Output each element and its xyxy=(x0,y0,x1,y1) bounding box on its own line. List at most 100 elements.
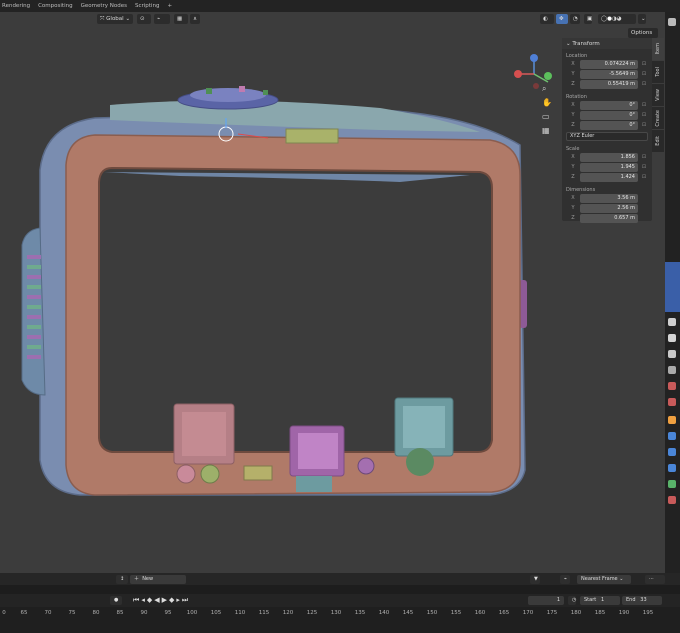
dimensions-y-row[interactable]: Y 2.56 m xyxy=(566,204,650,213)
world-icon[interactable] xyxy=(668,398,676,406)
dimensions-label: Dimensions xyxy=(566,187,596,193)
workspace-tabs: Rendering Compositing Geometry Nodes Scr… xyxy=(0,0,680,12)
end-frame-field[interactable]: End 33 xyxy=(622,596,662,605)
gizmo-neg-axis[interactable] xyxy=(533,83,539,89)
keying-dropdown[interactable]: Nearest Frame ⌄ xyxy=(577,575,631,584)
transport-buttons[interactable]: ⏮◂◆◀▶◆▸⏭ xyxy=(133,596,190,605)
lock-icon[interactable]: ⊡ xyxy=(638,153,650,162)
center-knob xyxy=(296,476,332,492)
gizmo-x-axis[interactable] xyxy=(514,70,522,78)
rotation-y-row[interactable]: Y 0° ⊡ xyxy=(566,111,650,120)
object-icon[interactable] xyxy=(668,416,676,424)
tab-edit[interactable]: Edit xyxy=(652,130,664,152)
next-key-icon[interactable]: ◆▸ xyxy=(169,596,182,604)
location-x-field[interactable]: 0.074224 m xyxy=(580,60,638,69)
prev-key-icon[interactable]: ◂◆ xyxy=(141,596,154,604)
start-frame-field[interactable]: Start 1 xyxy=(580,596,620,605)
play-reverse-icon[interactable]: ◀ xyxy=(154,596,161,604)
view-nav-tools: ⌕ ✋ ▭ ▦ xyxy=(542,82,552,138)
material-icon[interactable] xyxy=(668,496,676,504)
lock-icon[interactable]: ⊡ xyxy=(638,80,650,89)
record-icon[interactable]: ● xyxy=(110,596,122,605)
scale-x-row[interactable]: X 1.856 ⊡ xyxy=(566,153,650,162)
dial-button-right xyxy=(239,86,245,92)
modifier-wrench-icon[interactable] xyxy=(668,432,676,440)
render-icon[interactable] xyxy=(668,334,676,342)
lock-icon[interactable]: ⊡ xyxy=(638,60,650,69)
right-square-button-face xyxy=(403,406,445,448)
rotation-y-field[interactable]: 0° xyxy=(580,111,638,120)
current-frame-field[interactable]: 1 xyxy=(528,596,564,605)
zoom-icon[interactable]: ⌕ xyxy=(542,82,552,96)
gizmo-y-axis[interactable] xyxy=(544,72,552,80)
new-action-button[interactable]: ＋ New xyxy=(130,575,186,584)
particles-icon[interactable] xyxy=(668,448,676,456)
scale-label: Scale xyxy=(566,146,580,152)
rotation-label: Rotation xyxy=(566,94,587,100)
add-workspace-button[interactable]: + xyxy=(167,3,172,9)
scale-x-field[interactable]: 1.856 xyxy=(580,153,638,162)
tab-tool[interactable]: Tool xyxy=(652,61,664,83)
camera-icon[interactable]: ▭ xyxy=(542,110,552,124)
scale-y-field[interactable]: 1.945 xyxy=(580,163,638,172)
lock-icon[interactable]: ⊡ xyxy=(638,121,650,130)
pan-hand-icon[interactable]: ✋ xyxy=(542,96,552,110)
tab-view[interactable]: View xyxy=(652,84,664,106)
lock-icon[interactable]: ⊡ xyxy=(638,111,650,120)
rotation-z-row[interactable]: Z 0° ⊡ xyxy=(566,121,650,130)
dimensions-x-row[interactable]: X 3.56 m xyxy=(566,194,650,203)
timeline-ruler[interactable]: 0 65 70 75 80 85 90 95 100 105 110 115 1… xyxy=(0,607,680,633)
dimensions-z-row[interactable]: Z 0.657 m xyxy=(566,214,650,223)
action-type-dropdown[interactable]: ↕ xyxy=(116,575,128,584)
rotation-mode-dropdown[interactable]: XYZ Euler xyxy=(566,132,648,141)
transform-panel: ⌄ Transform Location X 0.074224 m ⊡ Y -5.56… xyxy=(562,38,652,223)
dimensions-x-field[interactable]: 3.56 m xyxy=(580,194,638,203)
grid-view-icon[interactable]: ▦ xyxy=(542,124,552,138)
tab-rendering[interactable]: Rendering xyxy=(2,3,30,9)
scale-z-row[interactable]: Z 1.424 ⊡ xyxy=(566,173,650,182)
filter-icon[interactable]: ▼ xyxy=(530,575,540,584)
output-icon[interactable] xyxy=(668,350,676,358)
lock-icon[interactable]: ⊡ xyxy=(638,173,650,182)
small-dial xyxy=(357,457,375,475)
tool-icon[interactable] xyxy=(668,318,676,326)
tab-geometry-nodes[interactable]: Geometry Nodes xyxy=(81,3,127,9)
location-x-row[interactable]: X 0.074224 m ⊡ xyxy=(566,60,650,69)
scroll-highlight[interactable] xyxy=(665,262,680,312)
lock-icon[interactable]: ⊡ xyxy=(638,101,650,110)
physics-icon[interactable] xyxy=(668,464,676,472)
tab-item[interactable]: Item xyxy=(652,38,664,60)
scene-icon[interactable] xyxy=(668,382,676,390)
location-z-row[interactable]: Z 0.55419 m ⊡ xyxy=(566,80,650,89)
constraints-icon[interactable] xyxy=(668,480,676,488)
outliner-icon[interactable] xyxy=(668,18,676,26)
dial-button-far-right xyxy=(263,90,268,95)
play-icon[interactable]: ▶ xyxy=(162,596,169,604)
scale-z-field[interactable]: 1.424 xyxy=(580,173,638,182)
gizmo-z-axis[interactable] xyxy=(530,54,538,62)
lock-icon[interactable]: ⊡ xyxy=(638,70,650,79)
clock-icon[interactable]: ◷ xyxy=(568,596,576,605)
dimensions-z-field[interactable]: 0.657 m xyxy=(580,214,638,223)
knob-left xyxy=(176,464,196,484)
lock-icon[interactable]: ⊡ xyxy=(638,163,650,172)
view-layer-icon[interactable] xyxy=(668,366,676,374)
rotation-x-row[interactable]: X 0° ⊡ xyxy=(566,101,650,110)
location-y-row[interactable]: Y -5.5649 m ⊡ xyxy=(566,70,650,79)
label-plate xyxy=(285,128,339,144)
transform-header[interactable]: ⌄ Transform xyxy=(562,38,652,49)
tab-compositing[interactable]: Compositing xyxy=(38,3,72,9)
rotation-x-field[interactable]: 0° xyxy=(580,101,638,110)
snapping-icon[interactable]: ⌁ xyxy=(560,575,570,584)
location-z-field[interactable]: 0.55419 m xyxy=(580,80,638,89)
rotation-z-field[interactable]: 0° xyxy=(580,121,638,130)
switch-plate xyxy=(243,465,273,481)
top-dial-inner xyxy=(190,88,266,102)
tab-create[interactable]: Create xyxy=(652,107,664,129)
jump-end-icon[interactable]: ⏭ xyxy=(182,596,190,604)
tab-scripting[interactable]: Scripting xyxy=(135,3,159,9)
location-y-field[interactable]: -5.5649 m xyxy=(580,70,638,79)
view-options-icon[interactable]: ⋯ xyxy=(645,575,665,584)
dimensions-y-field[interactable]: 2.56 m xyxy=(580,204,638,213)
scale-y-row[interactable]: Y 1.945 ⊡ xyxy=(566,163,650,172)
